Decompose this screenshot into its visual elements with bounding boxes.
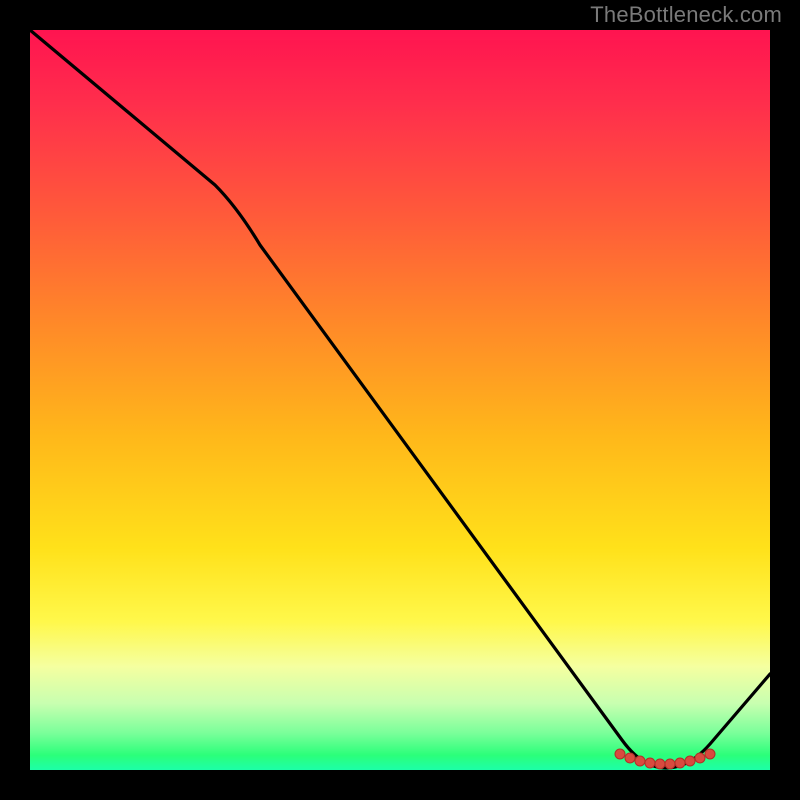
marker-dot <box>615 749 625 759</box>
optimal-range-markers <box>30 30 770 770</box>
marker-dot <box>685 756 695 766</box>
watermark-text: TheBottleneck.com <box>590 2 782 28</box>
marker-dot <box>705 749 715 759</box>
plot-area <box>30 30 770 770</box>
marker-dot <box>665 759 675 769</box>
chart-frame: TheBottleneck.com <box>0 0 800 800</box>
marker-dot <box>695 753 705 763</box>
marker-dot <box>675 758 685 768</box>
marker-dot <box>645 758 655 768</box>
marker-dot <box>655 759 665 769</box>
marker-dot <box>625 753 635 763</box>
marker-dot <box>635 756 645 766</box>
